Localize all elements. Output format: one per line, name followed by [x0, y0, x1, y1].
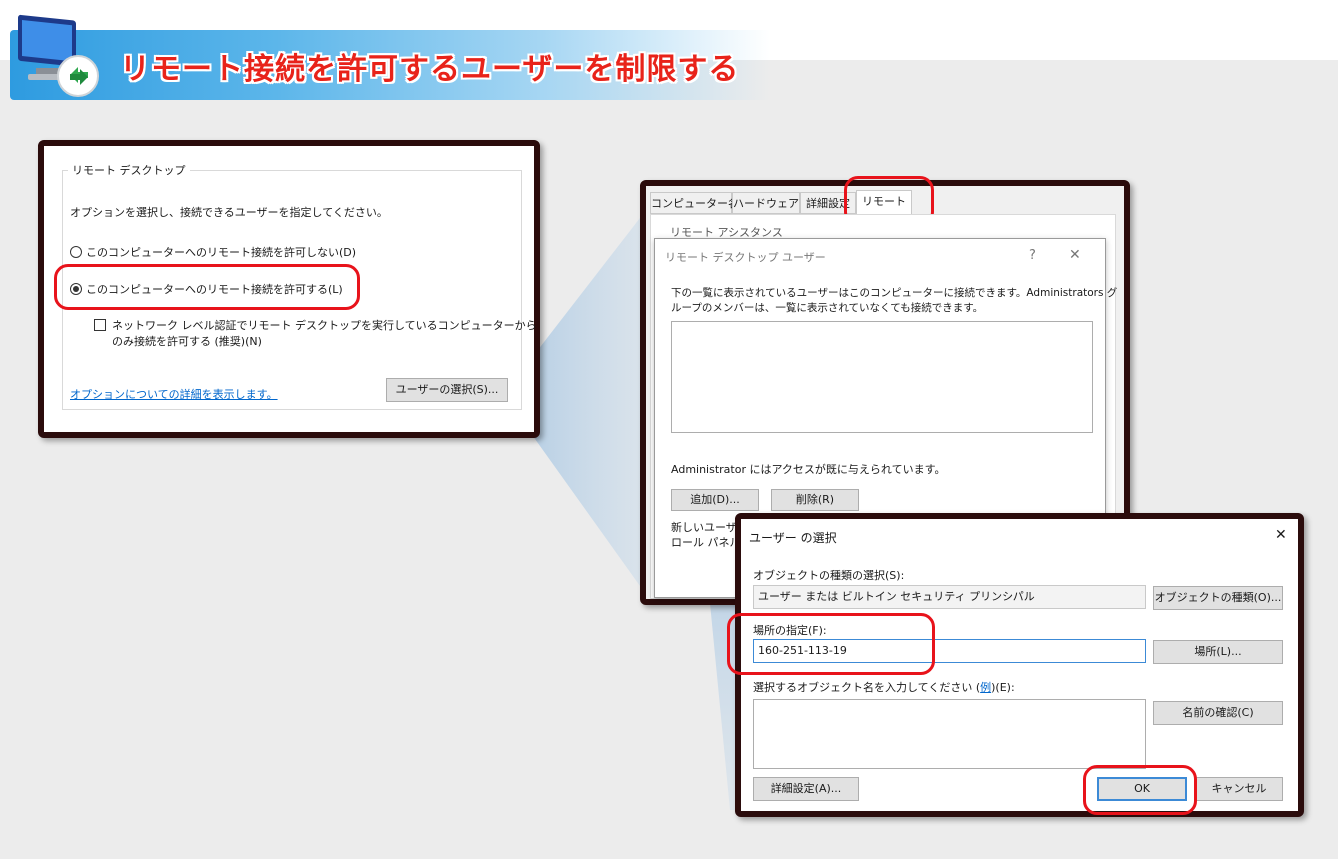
object-type-label: オブジェクトの種類の選択(S): [753, 569, 905, 582]
close-icon[interactable]: ✕ [1069, 247, 1081, 263]
select-users-title: ユーザー の選択 [749, 531, 837, 545]
rdu-description-line2: ループのメンバーは、一覧に表示されていなくても接続できます。 [671, 302, 984, 314]
groupbox-title: リモート デスクトップ [68, 162, 190, 178]
nla-checkbox[interactable] [94, 319, 106, 331]
radio-deny[interactable] [70, 246, 82, 258]
nla-label-line2[interactable]: のみ接続を許可する (推奨)(N) [112, 333, 262, 349]
rdu-user-list[interactable] [671, 321, 1093, 433]
access-note: Administrator にはアクセスが既に与えられています。 [671, 463, 946, 476]
object-names-label-end: )(E): [991, 681, 1015, 694]
select-users-button[interactable]: ユーザーの選択(S)... [386, 378, 508, 402]
highlight-ok-button [1083, 765, 1197, 815]
object-names-field[interactable] [753, 699, 1146, 769]
tab-hardware[interactable]: ハードウェア [732, 192, 800, 214]
page-title: リモート接続を許可するユーザーを制限する [120, 52, 740, 87]
locations-button[interactable]: 場所(L)... [1153, 640, 1283, 664]
examples-link[interactable]: 例 [980, 681, 991, 694]
cancel-button[interactable]: キャンセル [1195, 777, 1283, 801]
remove-button[interactable]: 削除(R) [771, 489, 859, 511]
rdu-description-line1: 下の一覧に表示されているユーザーはこのコンピューターに接続できます。Admini… [671, 287, 1118, 299]
object-names-label: 選択するオブジェクト名を入力してください (例)(E): [753, 679, 1015, 695]
help-icon[interactable]: ? [1029, 248, 1036, 263]
close-icon[interactable]: ✕ [1275, 527, 1287, 543]
details-link[interactable]: オプションについての詳細を表示します。 [70, 386, 278, 402]
tab-computer-name[interactable]: コンピューター名 [650, 192, 739, 214]
check-names-button[interactable]: 名前の確認(C) [1153, 701, 1283, 725]
add-button[interactable]: 追加(D)... [671, 489, 759, 511]
radio-deny-label[interactable]: このコンピューターへのリモート接続を許可しない(D) [86, 244, 356, 260]
highlight-location [727, 613, 935, 675]
remote-desktop-icon [18, 14, 99, 97]
object-names-label-text: 選択するオブジェクト名を入力してください ( [753, 681, 981, 694]
rdu-dialog-title: リモート デスクトップ ユーザー [665, 251, 826, 264]
select-users-panel: ユーザー の選択 ✕ オブジェクトの種類の選択(S): ユーザー または ビルト… [727, 513, 1304, 817]
nla-label-line1[interactable]: ネットワーク レベル認証でリモート デスクトップを実行しているコンピューターから [112, 317, 537, 333]
object-type-field: ユーザー または ビルトイン セキュリティ プリンシパル [753, 585, 1146, 609]
highlight-allow-option [54, 264, 360, 310]
advanced-button[interactable]: 詳細設定(A)... [753, 777, 859, 801]
system-remote-panel: リモート デスクトップ オプションを選択し、接続できるユーザーを指定してください… [38, 140, 540, 438]
new-user-text-line2: ロール パネル [671, 536, 741, 549]
object-types-button[interactable]: オブジェクトの種類(O)... [1153, 586, 1283, 610]
instruction-text: オプションを選択し、接続できるユーザーを指定してください。 [70, 206, 388, 219]
